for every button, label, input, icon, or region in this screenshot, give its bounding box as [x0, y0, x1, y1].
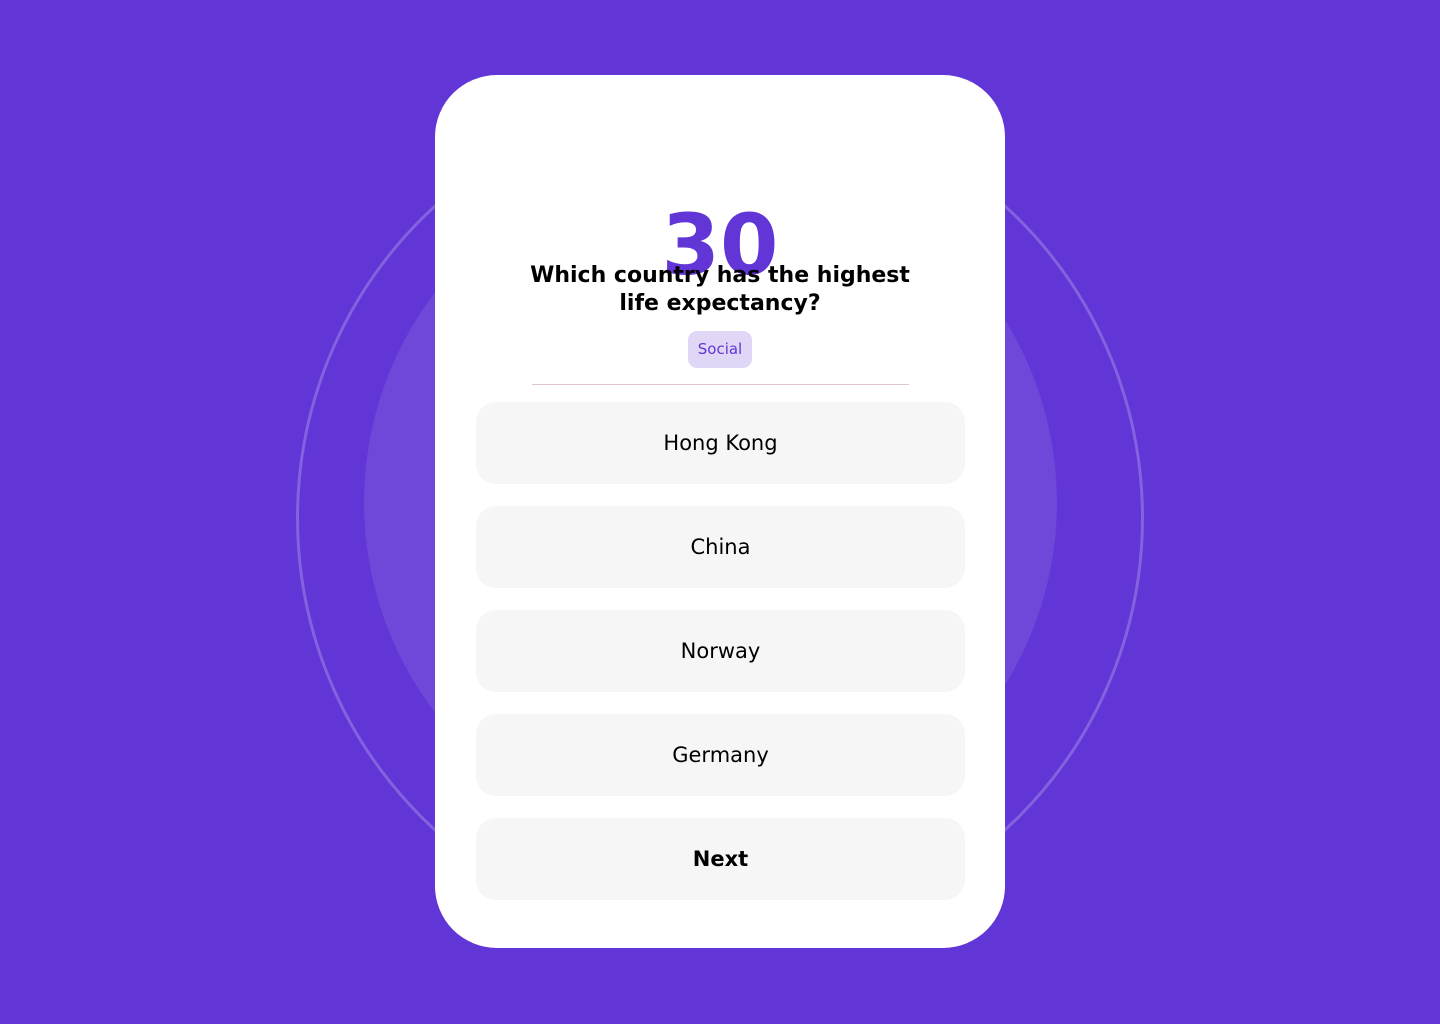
answer-option-norway[interactable]: Norway	[476, 610, 965, 692]
answer-options: Hong Kong China Norway Germany Next	[476, 402, 965, 922]
answer-option-china[interactable]: China	[476, 506, 965, 588]
next-button[interactable]: Next	[476, 818, 965, 900]
answer-option-hong-kong[interactable]: Hong Kong	[476, 402, 965, 484]
divider	[532, 384, 909, 385]
answer-option-germany[interactable]: Germany	[476, 714, 965, 796]
quiz-card: 30 Which country has the highest life ex…	[435, 75, 1005, 948]
question-text: Which country has the highest life expec…	[530, 263, 910, 316]
category-tag: Social	[687, 331, 753, 368]
category-tag-wrapper: Social	[435, 331, 1005, 368]
